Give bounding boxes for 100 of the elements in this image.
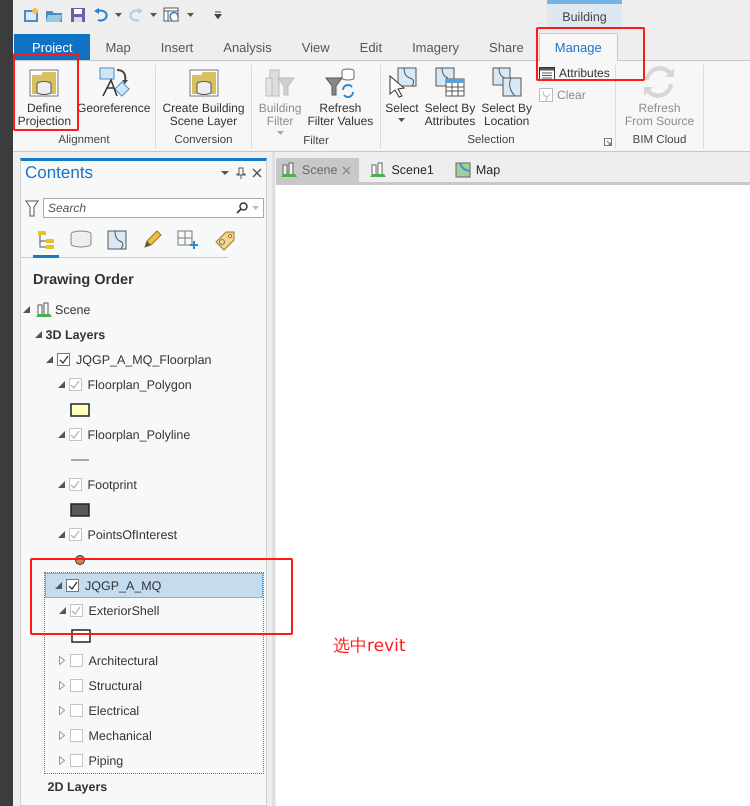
options-icon[interactable] (220, 170, 230, 176)
ribbon-button[interactable]: Create Building Scene Layer (159, 65, 248, 134)
caret-icon (187, 13, 194, 17)
ribbon-tab[interactable]: Map (90, 34, 146, 60)
pane-title: Contents (25, 163, 94, 183)
caret-icon (115, 13, 122, 17)
ribbon-tab[interactable]: Insert (146, 34, 208, 60)
ribbon-button[interactable]: Define Projection (14, 65, 74, 134)
buildings-icon (36, 302, 52, 318)
map-icon (454, 162, 471, 178)
layer-row[interactable]: Mechanical (22, 723, 263, 748)
ribbon-tab[interactable]: Imagery (397, 34, 474, 60)
layer-label: Electrical (88, 704, 140, 718)
layout-icon[interactable] (163, 7, 181, 23)
new-project-icon[interactable] (23, 7, 39, 23)
section-heading: Drawing Order (32, 271, 135, 290)
checkbox[interactable] (70, 704, 82, 717)
scene-label: Scene (55, 302, 90, 316)
search-input[interactable]: Search (48, 201, 232, 215)
pin-icon[interactable] (236, 167, 246, 179)
group-label: Selection (466, 134, 516, 148)
line-symbol-icon (70, 458, 90, 462)
pane-tab[interactable] (33, 230, 59, 258)
table-icon (539, 66, 556, 80)
collapsed-arrow-icon[interactable] (58, 731, 64, 740)
ribbon-button[interactable]: Select By Attributes (422, 65, 478, 134)
group-label: 3D Layers (46, 328, 106, 342)
search-field[interactable]: Search (43, 198, 264, 218)
clear-selection-icon (539, 88, 554, 102)
contextual-tab-label: Building (547, 0, 622, 30)
layer-label: Structural (88, 678, 142, 692)
ribbon-tab[interactable]: Manage (538, 33, 618, 61)
group-label: Alignment (57, 134, 111, 148)
save-icon[interactable] (69, 7, 87, 23)
buildings-icon (281, 162, 297, 178)
checkbox[interactable] (70, 729, 82, 742)
ribbon-tab[interactable]: View (286, 34, 345, 60)
tag-icon (214, 230, 236, 252)
expanded-arrow-icon[interactable] (23, 306, 30, 313)
group-label: BIM Cloud (632, 134, 688, 148)
checkbox[interactable] (57, 353, 70, 366)
caret-icon (150, 13, 157, 17)
ribbon-button[interactable]: Attributes (539, 65, 610, 81)
ribbon-tab[interactable]: Analysis (208, 34, 287, 60)
ribbon-button[interactable]: Georeference (74, 65, 154, 134)
project-tab[interactable]: Project (14, 34, 90, 60)
buildings-icon (370, 162, 386, 178)
layer-label: Floorplan_Polyline (88, 428, 190, 442)
layer-row[interactable]: JQGP_A_MQ_Floorplan (21, 347, 266, 372)
search-icon[interactable] (236, 202, 248, 214)
ribbon-button[interactable]: Select (382, 65, 422, 134)
expanded-arrow-icon[interactable] (55, 582, 62, 589)
collapsed-arrow-icon[interactable] (58, 706, 64, 715)
map-table-icon (434, 66, 466, 98)
fill-symbol-icon (70, 502, 90, 516)
fill-symbol-icon (70, 402, 90, 416)
collapsed-arrow-icon[interactable] (58, 656, 64, 665)
layer-row[interactable]: Piping (22, 748, 263, 773)
pencil-icon (142, 230, 162, 250)
caret-icon (252, 206, 259, 210)
grid-plus-icon (177, 230, 199, 250)
layer-label: Mechanical (88, 728, 152, 742)
layer-row[interactable]: JQGP_A_MQ (45, 573, 263, 598)
collapsed-arrow-icon[interactable] (58, 756, 64, 765)
undo-icon[interactable] (93, 7, 109, 23)
layer-label: Architectural (88, 654, 158, 668)
drawing-order-icon (37, 230, 55, 250)
checkbox[interactable] (70, 654, 82, 667)
ribbon-tab[interactable]: Share (474, 34, 539, 60)
expanded-arrow-icon[interactable] (34, 331, 42, 338)
checkbox[interactable] (70, 679, 82, 692)
ribbon-button[interactable]: Select By Location (478, 65, 536, 134)
refresh-icon (643, 66, 676, 98)
funnel-refresh-icon (324, 66, 356, 98)
checkbox[interactable] (70, 754, 82, 767)
group-label: 2D Layers (48, 780, 108, 794)
layer-label: Floorplan_Polygon (88, 378, 192, 392)
checkbox[interactable] (66, 579, 79, 592)
layer-label: Piping (88, 754, 124, 768)
compass-squares-icon (96, 66, 131, 98)
filter-icon[interactable] (25, 199, 39, 217)
close-icon[interactable] (252, 168, 262, 178)
overlapping-maps-icon (490, 66, 523, 98)
layer-row[interactable]: Architectural (22, 648, 263, 673)
dialog-launcher-icon[interactable] (604, 138, 612, 146)
ribbon-button[interactable]: Refresh Filter Values (304, 65, 376, 135)
database-icon (70, 230, 92, 248)
layer-row[interactable]: Electrical (22, 698, 263, 723)
annotation-note: 选中revit (333, 635, 406, 657)
layer-row[interactable]: Structural (22, 673, 263, 698)
map-sheet-icon (107, 230, 127, 250)
document-tab[interactable]: Map (450, 158, 508, 182)
customize-icon[interactable] (214, 11, 222, 19)
group-label: Conversion (173, 134, 234, 148)
document-tab[interactable]: Scene1 (365, 158, 442, 182)
expanded-arrow-icon[interactable] (46, 356, 53, 363)
ribbon-tab[interactable]: Edit (344, 34, 398, 60)
layer-label: Footprint (88, 478, 137, 492)
layer-label: ExteriorShell (88, 604, 160, 618)
collapsed-arrow-icon[interactable] (58, 681, 64, 690)
